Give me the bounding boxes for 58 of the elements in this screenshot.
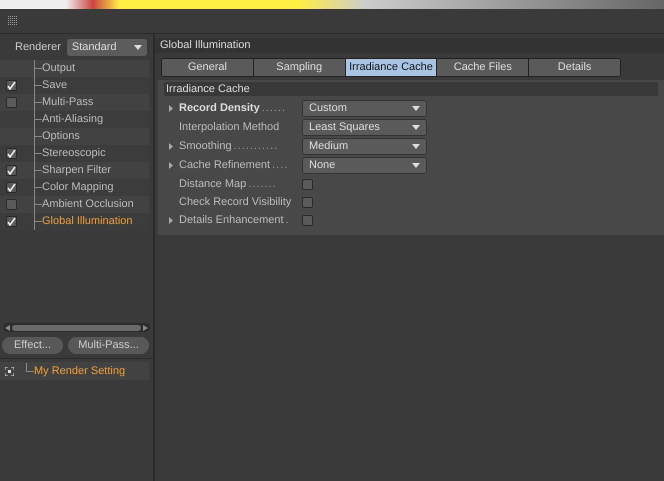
checkbox[interactable]: [6, 216, 17, 227]
leader-dots: ...........: [234, 139, 278, 154]
caret-icon: [412, 144, 420, 149]
leader-dots: ......: [262, 101, 286, 116]
tree-item[interactable]: Ambient Occlusion: [42, 196, 134, 213]
expand-arrow-icon[interactable]: [169, 143, 173, 150]
caret-icon: [412, 125, 420, 130]
setting-dropdown[interactable]: Custom: [302, 100, 427, 117]
checkbox[interactable]: [302, 178, 313, 190]
caret-icon: [134, 44, 142, 50]
focus-icon: [5, 366, 14, 376]
panel-title: Global Illumination: [160, 38, 250, 54]
tab[interactable]: Details: [529, 59, 620, 76]
scrollbar-thumb[interactable]: [12, 324, 141, 330]
setting-dropdown[interactable]: Medium: [302, 138, 427, 155]
check-icon: [7, 81, 16, 90]
leader-dots: .: [286, 212, 290, 228]
checkbox[interactable]: [302, 196, 313, 208]
checkbox[interactable]: [6, 80, 17, 91]
effect-button[interactable]: Effect...: [2, 337, 63, 354]
tab[interactable]: Irradiance Cache: [346, 59, 438, 76]
checkbox[interactable]: [6, 97, 17, 108]
tab[interactable]: Sampling: [254, 59, 346, 76]
setting-label: Interpolation Method: [179, 120, 280, 136]
scroll-right-icon[interactable]: [143, 324, 148, 330]
setting-label: Cache Refinement: [179, 158, 270, 174]
tree-item[interactable]: Options: [42, 128, 80, 145]
leader-dots: ....: [272, 158, 288, 174]
renderer-label: Renderer: [15, 40, 61, 55]
tree-item[interactable]: Save: [42, 77, 68, 94]
setting-dropdown[interactable]: None: [302, 157, 427, 174]
caret-icon: [412, 106, 420, 111]
setting-label: Record Density: [179, 101, 260, 116]
caret-icon: [412, 163, 420, 168]
multi-pass-button[interactable]: Multi-Pass...: [68, 337, 149, 354]
setting-label: Smoothing: [179, 139, 232, 154]
renderer-dropdown[interactable]: Standard: [66, 38, 147, 56]
tab[interactable]: Cache Files: [437, 59, 530, 76]
tree-item[interactable]: Sharpen Filter: [42, 162, 112, 179]
tree-item[interactable]: Multi-Pass: [42, 94, 94, 111]
expand-arrow-icon[interactable]: [169, 162, 173, 169]
checkbox[interactable]: [6, 165, 17, 176]
horizontal-scrollbar[interactable]: [3, 323, 150, 332]
expand-arrow-icon[interactable]: [169, 216, 173, 224]
section-title: Irradiance Cache: [166, 82, 250, 97]
setting-label: Distance Map: [179, 176, 246, 192]
setting-dropdown[interactable]: Least Squares: [302, 119, 427, 136]
checkbox[interactable]: [6, 182, 17, 193]
check-icon: [7, 217, 16, 226]
expand-arrow-icon[interactable]: [169, 105, 173, 112]
setting-label: Check Record Visibility: [179, 194, 292, 210]
setting-label: Details Enhancement: [179, 212, 284, 228]
checkbox[interactable]: [6, 148, 17, 159]
checkbox[interactable]: [6, 199, 17, 210]
leader-dots: .......: [248, 176, 277, 192]
tree-item[interactable]: Output: [42, 60, 76, 77]
tab[interactable]: General: [162, 59, 254, 76]
checkbox[interactable]: [302, 214, 313, 226]
